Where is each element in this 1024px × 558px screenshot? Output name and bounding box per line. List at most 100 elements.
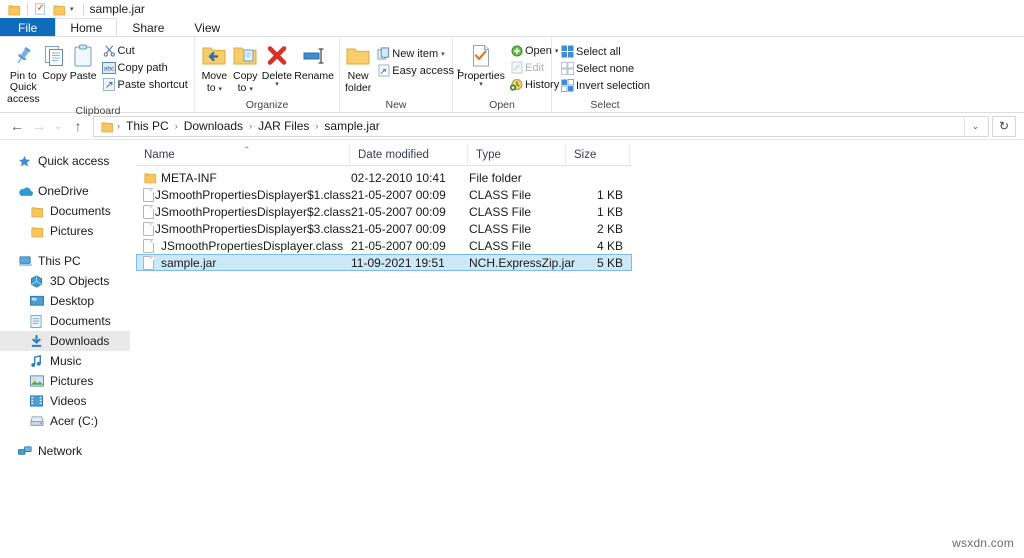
column-header-type[interactable]: Type bbox=[468, 143, 566, 166]
tab-view[interactable]: View bbox=[179, 18, 235, 36]
breadcrumb-separator-1[interactable]: › bbox=[172, 121, 181, 131]
copy-to-button[interactable]: Copy to ▾ bbox=[230, 40, 261, 94]
delete-button[interactable]: Delete ▾ bbox=[261, 40, 294, 88]
new-folder-button[interactable]: New folder bbox=[344, 40, 372, 94]
sort-ascending-caret-icon: ⌃ bbox=[243, 144, 251, 155]
paste-shortcut-button[interactable]: Paste shortcut bbox=[98, 76, 191, 93]
drive-icon bbox=[30, 415, 50, 427]
breadcrumb-this-pc[interactable]: This PC bbox=[123, 117, 172, 136]
sidebar-label: Pictures bbox=[50, 224, 94, 238]
select-all-icon bbox=[559, 44, 576, 59]
edit-label: Edit bbox=[525, 61, 544, 74]
breadcrumb-separator-0: › bbox=[117, 121, 120, 131]
sidebar-item-videos[interactable]: Videos bbox=[0, 391, 130, 411]
file-name-cell: JSmoothPropertiesDisplayer$1.class bbox=[137, 187, 351, 202]
sidebar-item-onedrive-pictures[interactable]: Pictures bbox=[0, 221, 130, 241]
table-row[interactable]: META-INF 02-12-2010 10:41 File folder bbox=[136, 169, 632, 186]
column-header-name[interactable]: ⌃ Name bbox=[136, 143, 350, 166]
back-button[interactable]: ← bbox=[6, 115, 28, 137]
new-folder-label-1: New bbox=[347, 70, 369, 82]
invert-selection-button[interactable]: Invert selection bbox=[556, 77, 653, 94]
column-header-date-label: Date modified bbox=[358, 148, 429, 161]
breadcrumb-downloads[interactable]: Downloads bbox=[181, 117, 246, 136]
file-name-cell: sample.jar bbox=[137, 255, 351, 270]
file-name-label: JSmoothPropertiesDisplayer$2.class bbox=[154, 204, 351, 219]
column-header-date-modified[interactable]: Date modified bbox=[350, 143, 468, 166]
tab-file[interactable]: File bbox=[0, 18, 56, 36]
copy-path-button[interactable]: abc Copy path bbox=[98, 59, 191, 76]
file-date-cell: 21-05-2007 00:09 bbox=[351, 238, 446, 253]
breadcrumb-sample-jar[interactable]: sample.jar bbox=[321, 117, 382, 136]
properties-button[interactable]: Properties ▾ bbox=[457, 40, 505, 88]
file-type-cell: CLASS File bbox=[469, 221, 532, 236]
forward-button[interactable]: → bbox=[28, 115, 50, 137]
sidebar-item-3d-objects[interactable]: 3D Objects bbox=[0, 271, 130, 291]
refresh-button[interactable]: ↻ bbox=[992, 115, 1016, 137]
breadcrumb-separator-3[interactable]: › bbox=[312, 121, 321, 131]
paste-shortcut-label: Paste shortcut bbox=[117, 78, 188, 91]
table-row-selected[interactable]: sample.jar 11-09-2021 19:51 NCH.ExpressZ… bbox=[136, 254, 632, 271]
copy-icon bbox=[42, 42, 68, 70]
new-folder-label-2: folder bbox=[345, 82, 372, 94]
sidebar-label: Quick access bbox=[38, 154, 110, 168]
pin-to-quick-access-button[interactable]: Pin to Quick access bbox=[6, 40, 41, 105]
quick-access-properties-icon[interactable] bbox=[32, 1, 48, 17]
tab-share[interactable]: Share bbox=[117, 18, 179, 36]
sidebar-label: Videos bbox=[50, 394, 87, 408]
select-none-button[interactable]: Select none bbox=[556, 60, 653, 77]
sidebar-item-this-pc[interactable]: This PC bbox=[0, 251, 130, 271]
rename-icon bbox=[301, 42, 327, 70]
file-size-cell: 1 KB bbox=[596, 187, 623, 202]
address-path-box[interactable]: › This PC › Downloads › JAR Files › samp… bbox=[93, 115, 989, 137]
sidebar-item-documents[interactable]: Documents bbox=[0, 311, 130, 331]
recent-locations-button[interactable]: ⌄ bbox=[50, 115, 67, 137]
new-item-button[interactable]: New item ▾ bbox=[372, 45, 463, 62]
sidebar-label: Downloads bbox=[50, 334, 110, 348]
easy-access-button[interactable]: Easy access ▾ bbox=[372, 62, 463, 79]
file-icon bbox=[143, 204, 155, 219]
scissors-icon bbox=[101, 43, 118, 58]
rename-button[interactable]: Rename bbox=[293, 40, 335, 82]
table-row[interactable]: JSmoothPropertiesDisplayer$2.class 21-05… bbox=[136, 203, 632, 220]
invert-selection-icon bbox=[559, 78, 576, 93]
table-row[interactable]: JSmoothPropertiesDisplayer.class 21-05-2… bbox=[136, 237, 632, 254]
quick-access-folder-icon[interactable] bbox=[5, 1, 21, 17]
sidebar-item-onedrive-documents[interactable]: Documents bbox=[0, 201, 130, 221]
table-row[interactable]: JSmoothPropertiesDisplayer$1.class 21-05… bbox=[136, 186, 632, 203]
up-button[interactable]: ↑ bbox=[67, 115, 89, 137]
paste-button[interactable]: Paste bbox=[69, 40, 98, 82]
sidebar-item-desktop[interactable]: Desktop bbox=[0, 291, 130, 311]
table-row[interactable]: JSmoothPropertiesDisplayer$3.class 21-05… bbox=[136, 220, 632, 237]
customize-quick-access-chevron-icon[interactable]: ▾ bbox=[68, 5, 79, 13]
sidebar-item-music[interactable]: Music bbox=[0, 351, 130, 371]
delete-caret-icon[interactable]: ▾ bbox=[275, 81, 279, 88]
move-to-button[interactable]: Move to ▾ bbox=[199, 40, 230, 94]
nav-gap-3 bbox=[0, 431, 130, 441]
sidebar-item-network[interactable]: Network bbox=[0, 441, 130, 461]
column-header-size[interactable]: Size bbox=[566, 143, 630, 166]
pc-icon bbox=[18, 255, 38, 267]
address-dropdown-chevron-icon[interactable]: ⌄ bbox=[964, 116, 986, 136]
file-date-cell: 21-05-2007 00:09 bbox=[351, 221, 446, 236]
breadcrumb-separator-2[interactable]: › bbox=[246, 121, 255, 131]
sidebar-item-acer-c-drive[interactable]: Acer (C:) bbox=[0, 411, 130, 431]
breadcrumb-jar-files[interactable]: JAR Files bbox=[255, 117, 312, 136]
ribbon-group-organize: Move to ▾ Copy to ▾ Delete ▾ Rename Orga… bbox=[195, 37, 340, 112]
quick-access-new-folder-icon[interactable] bbox=[50, 1, 66, 17]
file-name-cell: JSmoothPropertiesDisplayer$2.class bbox=[137, 204, 351, 219]
select-all-button[interactable]: Select all bbox=[556, 43, 653, 60]
new-group-label: New bbox=[385, 99, 407, 111]
sidebar-label: Pictures bbox=[50, 374, 94, 388]
sidebar-item-downloads[interactable]: Downloads bbox=[0, 331, 130, 351]
properties-caret-icon[interactable]: ▾ bbox=[479, 81, 483, 88]
copy-button[interactable]: Copy bbox=[41, 40, 69, 82]
pin-label-line2: access bbox=[7, 93, 40, 105]
cut-button[interactable]: Cut bbox=[98, 42, 191, 59]
sidebar-item-quick-access[interactable]: Quick access bbox=[0, 151, 130, 171]
new-item-caret-icon[interactable]: ▾ bbox=[441, 50, 445, 58]
pin-label-line1: Pin to Quick bbox=[9, 70, 37, 93]
file-icon bbox=[143, 238, 161, 253]
sidebar-item-onedrive[interactable]: OneDrive bbox=[0, 181, 130, 201]
tab-home[interactable]: Home bbox=[55, 18, 118, 36]
sidebar-item-pictures[interactable]: Pictures bbox=[0, 371, 130, 391]
